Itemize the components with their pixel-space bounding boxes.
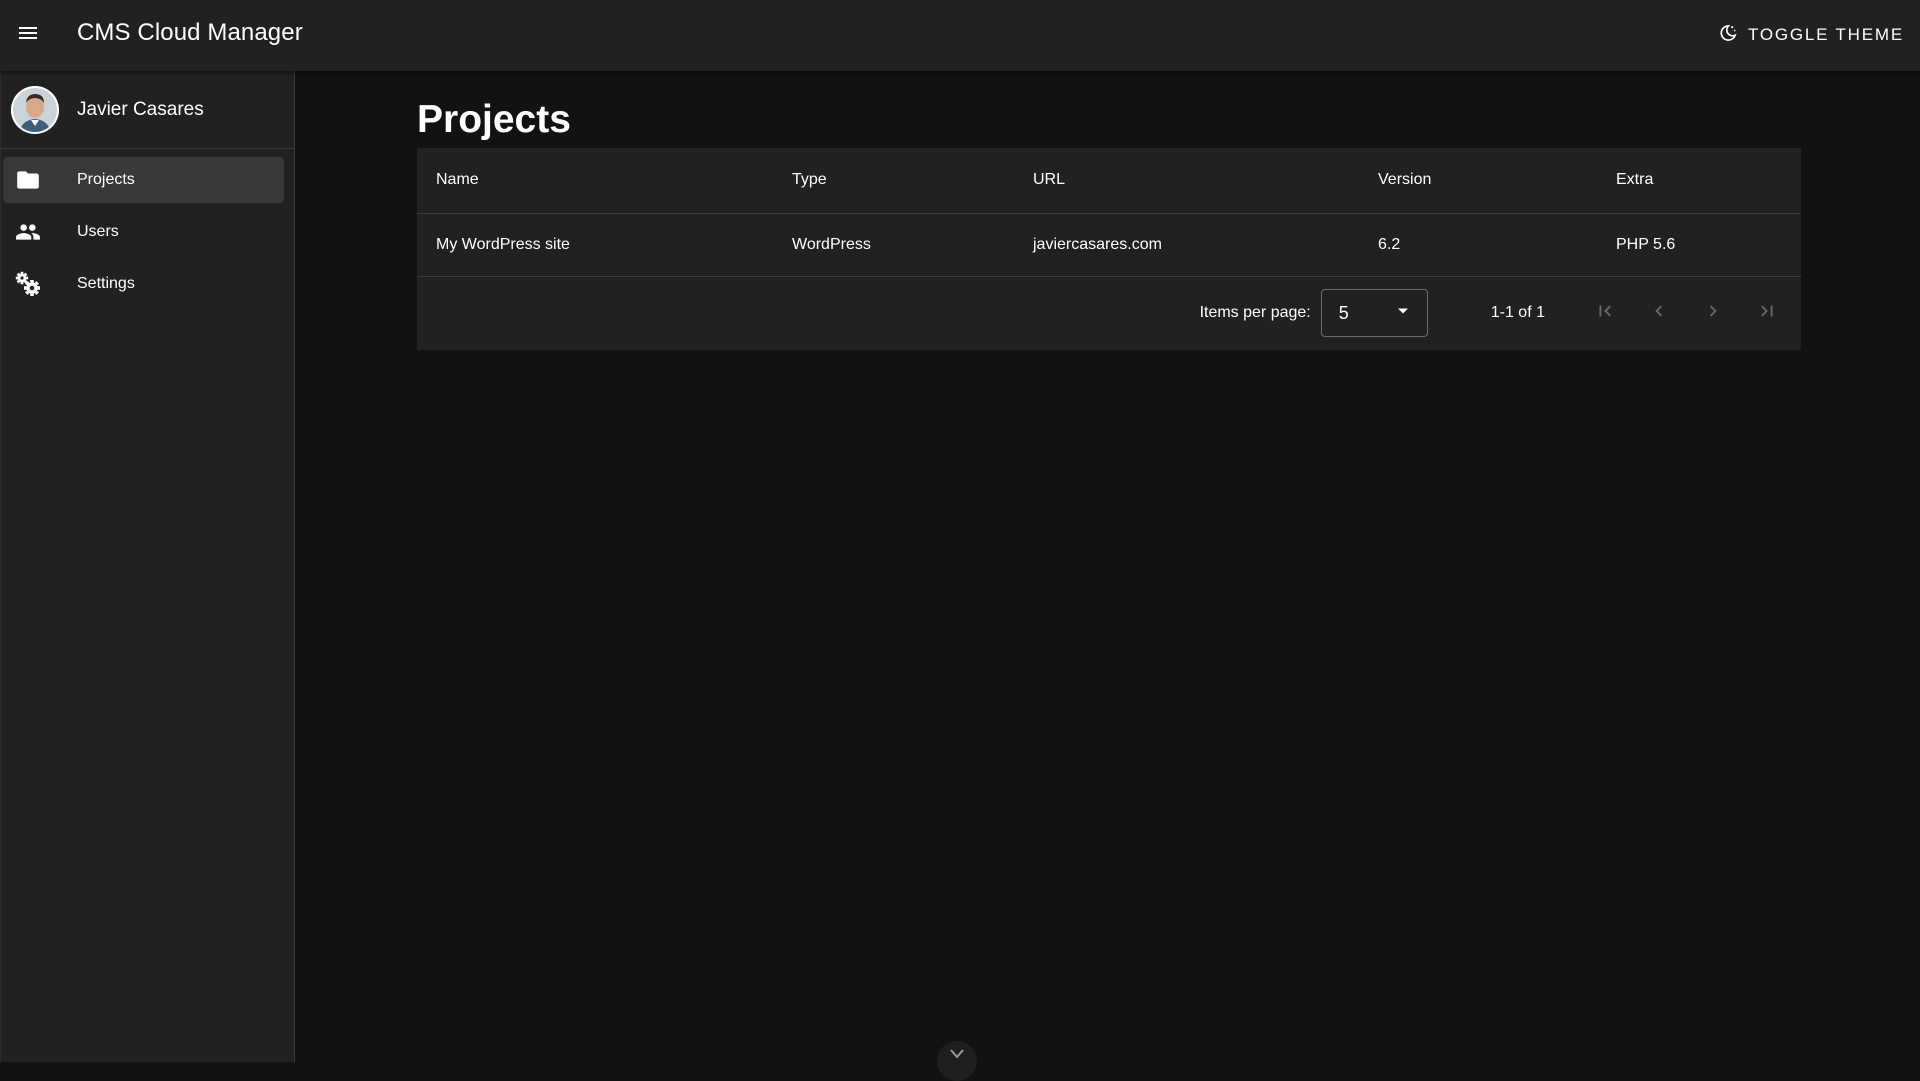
last-page-button[interactable] [1747,293,1787,333]
projects-table: Name Type URL Version Extra My WordPress… [417,148,1801,277]
expand-handle[interactable] [937,1041,977,1081]
items-per-page-label: Items per page: [1200,304,1311,322]
top-toolbar: CMS Cloud Manager TOGGLE THEME [0,0,1920,71]
cell-name: My WordPress site [417,213,773,276]
toggle-theme-label: TOGGLE THEME [1748,25,1904,45]
user-profile: Javier Casares [1,71,294,149]
cell-version: 6.2 [1359,213,1597,276]
next-page-button[interactable] [1693,293,1733,333]
folder-icon [13,165,43,195]
dropdown-arrow-icon [1397,304,1409,322]
sidebar-item-label: Settings [77,275,135,293]
avatar[interactable] [11,86,59,134]
menu-icon [16,21,40,50]
table-row[interactable]: My WordPress site WordPress javiercasare… [417,213,1801,276]
chevron-right-icon [1702,300,1724,327]
user-name: Javier Casares [77,99,204,121]
last-page-icon [1756,300,1778,327]
sidebar: Javier Casares Projects Users [0,71,295,1062]
sidebar-item-projects[interactable]: Projects [3,157,284,203]
cell-extra: PHP 5.6 [1597,213,1801,276]
settings-icon [13,269,43,299]
column-header-version: Version [1359,148,1597,213]
cell-url: javiercasares.com [1014,213,1359,276]
page-title: Projects [417,98,571,142]
sidebar-item-label: Users [77,223,119,241]
table-header-row: Name Type URL Version Extra [417,148,1801,213]
app-title: CMS Cloud Manager [77,19,303,47]
sidebar-item-label: Projects [77,171,135,189]
projects-table-card: Name Type URL Version Extra My WordPress… [417,148,1801,350]
users-icon [13,217,43,247]
previous-page-button[interactable] [1639,293,1679,333]
first-page-button[interactable] [1585,293,1625,333]
menu-button[interactable] [8,15,48,55]
items-per-page-value: 5 [1339,303,1349,324]
toggle-theme-button[interactable]: TOGGLE THEME [1710,16,1908,54]
column-header-url: URL [1014,148,1359,213]
first-page-icon [1594,300,1616,327]
column-header-extra: Extra [1597,148,1801,213]
chevron-left-icon [1648,300,1670,327]
page-range-label: 1-1 of 1 [1491,304,1545,322]
sidebar-item-users[interactable]: Users [3,209,284,255]
sidebar-nav: Projects Users [1,149,294,307]
main-content: Projects Name Type URL Version Extra My … [296,71,1920,1062]
chevron-down-icon [949,1047,965,1065]
moon-icon [1718,23,1738,48]
sidebar-item-settings[interactable]: Settings [3,261,284,307]
items-per-page-select[interactable]: 5 [1321,289,1428,337]
cell-type: WordPress [773,213,1014,276]
column-header-name: Name [417,148,773,213]
paginator: Items per page: 5 1-1 of 1 [417,277,1801,350]
column-header-type: Type [773,148,1014,213]
